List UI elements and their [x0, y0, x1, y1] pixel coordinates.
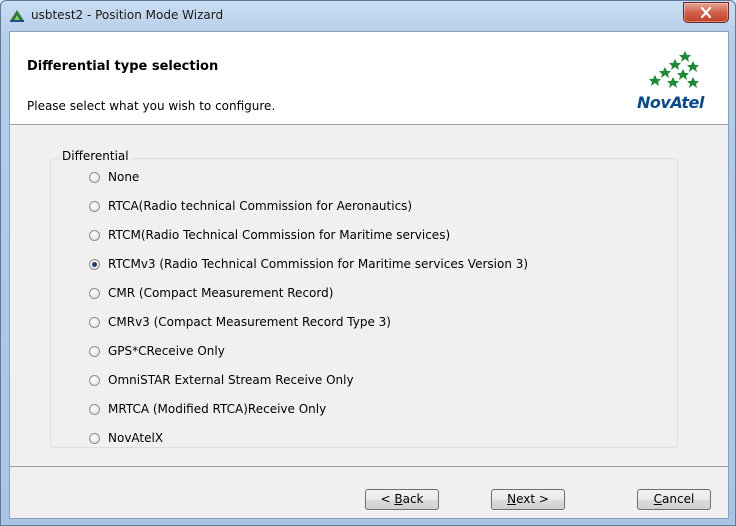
radio-option[interactable]: GPS*CReceive Only — [89, 342, 225, 360]
radio-option[interactable]: None — [89, 168, 139, 186]
page-subtitle: Please select what you wish to configure… — [27, 99, 276, 113]
radio-button[interactable] — [89, 432, 100, 444]
close-button[interactable] — [683, 2, 729, 23]
window-title: usbtest2 - Position Mode Wizard — [31, 8, 224, 22]
cancel-rest: ancel — [662, 492, 695, 506]
groupbox-legend: Differential — [60, 149, 131, 163]
logo-wordmark: NovAtel — [637, 93, 704, 112]
wizard-header: Differential type selection Please selec… — [10, 32, 728, 125]
radio-option-label: CMR (Compact Measurement Record) — [108, 286, 334, 300]
wizard-window: usbtest2 - Position Mode Wizard Differen… — [0, 0, 736, 526]
close-icon — [700, 7, 712, 18]
radio-option[interactable]: RTCM(Radio Technical Commission for Mari… — [89, 226, 450, 244]
radio-button[interactable] — [89, 403, 100, 415]
back-rest: ack — [402, 492, 424, 506]
radio-option[interactable]: NovAtelX — [89, 429, 163, 447]
radio-button[interactable] — [89, 345, 100, 357]
radio-option[interactable]: RTCA(Radio technical Commission for Aero… — [89, 197, 412, 215]
logo-stars-icon — [649, 51, 699, 88]
footer-separator — [10, 466, 728, 467]
cancel-button[interactable]: Cancel — [637, 489, 711, 510]
title-bar[interactable]: usbtest2 - Position Mode Wizard — [1, 1, 735, 31]
next-mnemonic: N — [507, 492, 517, 506]
back-mnemonic: B — [394, 492, 403, 506]
radio-option-label: None — [108, 170, 140, 184]
radio-option[interactable]: CMRv3 (Compact Measurement Record Type 3… — [89, 313, 391, 331]
radio-option[interactable]: RTCMv3 (Radio Technical Commission for M… — [89, 255, 528, 273]
radio-option-label: NovAtelX — [108, 431, 164, 445]
cancel-mnemonic: C — [653, 492, 663, 506]
radio-option[interactable]: MRTCA (Modified RTCA)Receive Only — [89, 400, 326, 418]
radio-button[interactable] — [89, 229, 100, 241]
radio-option-label: RTCMv3 (Radio Technical Commission for M… — [108, 257, 529, 271]
next-rest: ext > — [516, 492, 549, 506]
radio-button[interactable] — [89, 316, 100, 328]
radio-option-label: OmniSTAR External Stream Receive Only — [108, 373, 354, 387]
radio-option-label: CMRv3 (Compact Measurement Record Type 3… — [108, 315, 391, 329]
radio-option-label: RTCM(Radio Technical Commission for Mari… — [108, 228, 451, 242]
back-prefix: < — [380, 492, 395, 506]
wizard-client-area: Differential type selection Please selec… — [9, 31, 729, 519]
radio-option[interactable]: CMR (Compact Measurement Record) — [89, 284, 333, 302]
radio-button[interactable] — [89, 287, 100, 299]
radio-button[interactable] — [89, 258, 100, 270]
app-icon — [10, 10, 24, 22]
radio-button[interactable] — [89, 374, 100, 386]
page-title: Differential type selection — [27, 59, 219, 74]
radio-button[interactable] — [89, 200, 100, 212]
radio-option-label: GPS*CReceive Only — [108, 344, 225, 358]
radio-option[interactable]: OmniSTAR External Stream Receive Only — [89, 371, 354, 389]
next-button[interactable]: Next > — [491, 489, 565, 510]
radio-option-label: RTCA(Radio technical Commission for Aero… — [108, 199, 413, 213]
radio-option-label: MRTCA (Modified RTCA)Receive Only — [108, 402, 327, 416]
novatel-logo: NovAtel — [637, 49, 704, 115]
back-button[interactable]: < Back — [365, 489, 439, 510]
radio-button[interactable] — [89, 171, 100, 183]
